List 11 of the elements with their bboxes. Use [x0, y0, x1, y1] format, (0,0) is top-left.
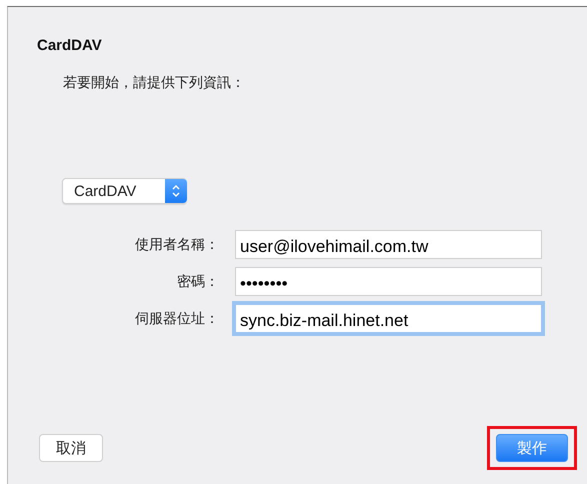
input-field[interactable]: user@ilovehimail.com.tw: [235, 230, 542, 259]
stepper-icon: [165, 179, 187, 203]
input-field[interactable]: ••••••••: [235, 267, 542, 296]
input-field[interactable]: sync.biz-mail.hinet.net: [235, 304, 542, 333]
field-label: 使用者名稱：: [134, 236, 219, 254]
field-label: 伺服器位址：: [134, 310, 219, 328]
field-label: 密碼：: [176, 272, 219, 290]
dialog-title: CardDAV: [37, 37, 103, 54]
account-type-popup[interactable]: CardDAV: [62, 178, 187, 204]
cancel-button[interactable]: 取消: [39, 434, 103, 462]
prompt-text: 若要開始，請提供下列資訊：: [63, 74, 246, 92]
